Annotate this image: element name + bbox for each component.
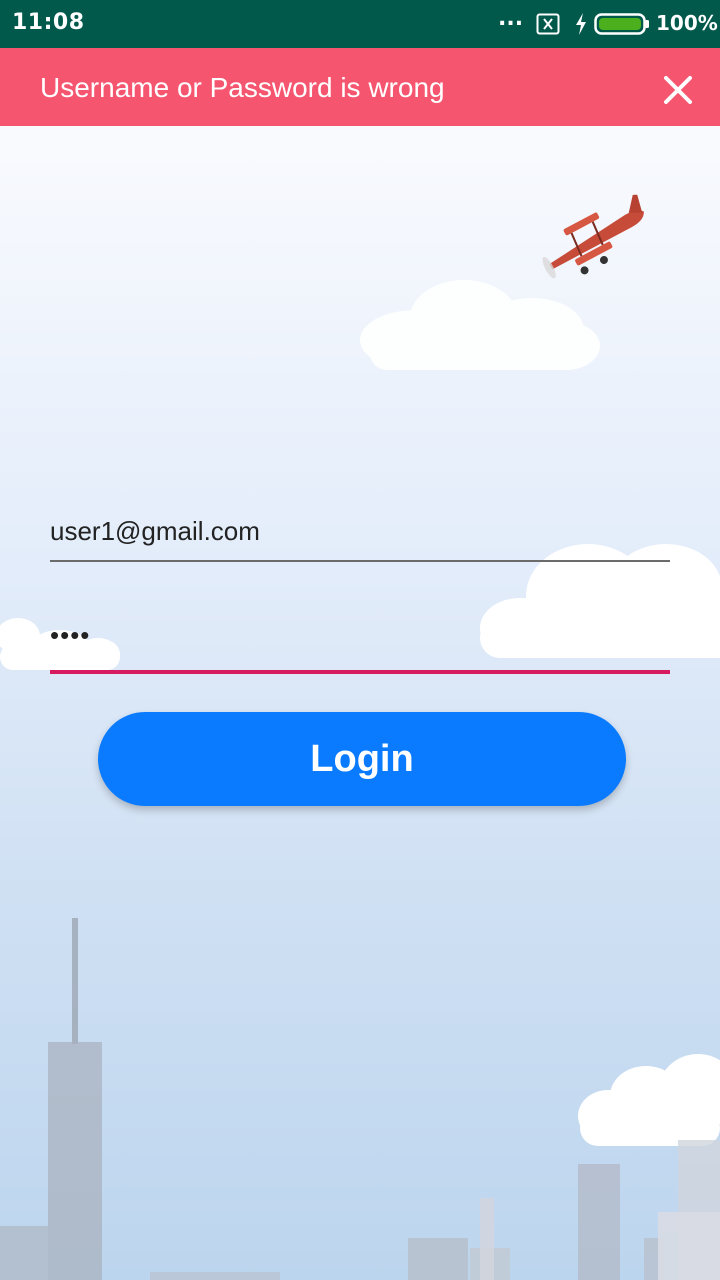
- sim-off-icon: [536, 13, 560, 35]
- battery-icon: [594, 13, 649, 35]
- email-value: user1@gmail.com: [50, 516, 260, 546]
- city-skyline: [0, 918, 720, 1280]
- error-banner: Username or Password is wrong: [0, 48, 720, 126]
- login-screen: 11:08 ... 100% Username or Password is w…: [0, 0, 720, 1280]
- password-field[interactable]: ••••: [50, 616, 670, 674]
- password-value: ••••: [50, 620, 91, 650]
- cloud-top: [360, 280, 600, 370]
- error-message: Username or Password is wrong: [40, 72, 445, 103]
- login-button[interactable]: Login: [98, 712, 626, 806]
- close-icon[interactable]: [654, 66, 702, 114]
- status-bar: 11:08 ... 100%: [0, 0, 720, 48]
- charging-icon: [576, 13, 586, 35]
- status-time: 11:08: [12, 10, 85, 35]
- biplane-icon: [542, 194, 644, 279]
- email-field[interactable]: user1@gmail.com: [50, 508, 670, 562]
- battery-percent: 100%: [656, 11, 718, 35]
- more-notifications-indicator: ...: [498, 6, 524, 31]
